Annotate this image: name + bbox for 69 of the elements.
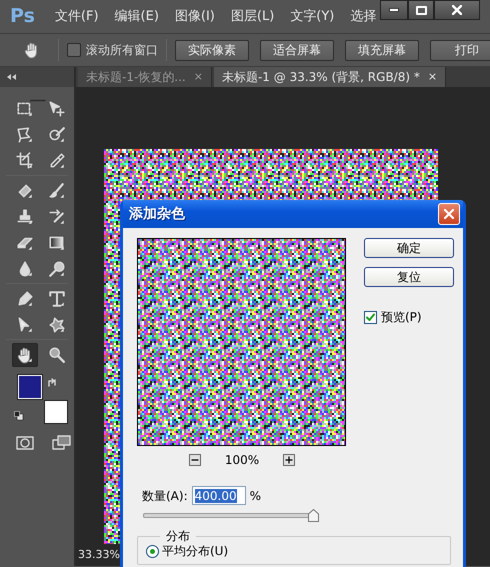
group-label: 分布: [165, 530, 191, 542]
background-color-swatch[interactable]: [45, 401, 67, 423]
menu-item[interactable]: 文件(F): [46, 6, 107, 26]
default-colors-icon: [14, 410, 24, 421]
brush-circle-icon: [48, 126, 66, 144]
menu-item[interactable]: 图层(L): [222, 6, 282, 26]
gradient-icon: [48, 234, 66, 252]
minimize-icon: [389, 8, 399, 12]
close-icon: [443, 208, 455, 220]
dialog-button[interactable]: 复位: [364, 267, 454, 287]
minus-icon: [188, 454, 201, 466]
radio-button[interactable]: [146, 544, 159, 558]
close-button[interactable]: [434, 0, 480, 20]
foreground-color-swatch[interactable]: [18, 375, 42, 399]
lollipop-icon: [48, 260, 66, 278]
hand-icon: [16, 346, 34, 364]
menu-item[interactable]: 文字(Y): [282, 6, 342, 26]
tab-close-button[interactable]: ×: [194, 68, 203, 86]
maximize-button[interactable]: [408, 0, 434, 20]
toolbar-button[interactable]: 打印: [430, 40, 490, 60]
hand-tool[interactable]: [12, 343, 38, 367]
brush-arrow-icon: [48, 208, 66, 226]
zoom-in-button[interactable]: [283, 454, 296, 466]
swap-arrows-icon: [47, 378, 57, 388]
collapse-arrows-icon: [7, 74, 17, 80]
checkbox-label: 滚动所有窗口: [86, 42, 158, 59]
dialog-title: 添加杂色: [129, 204, 185, 224]
move-arrow-icon: [48, 100, 66, 118]
stamp-icon: [16, 208, 34, 226]
amount-input[interactable]: 400.00: [192, 486, 246, 505]
brush-icon: [48, 182, 66, 200]
menu-item[interactable]: 图像(I): [166, 6, 223, 26]
percent-unit: %: [250, 488, 262, 504]
amount-label: 数量(A):: [142, 488, 188, 504]
menu-item[interactable]: 编辑(E): [106, 6, 167, 26]
plus-icon: [283, 454, 296, 466]
checkbox[interactable]: [67, 43, 81, 57]
toolbar-button[interactable]: 实际像素: [175, 40, 249, 60]
toolbar-button[interactable]: 适合屏幕: [260, 40, 334, 60]
pen-nib-icon: [16, 290, 34, 308]
minimize-button[interactable]: [380, 0, 408, 20]
dialog-button[interactable]: 确定: [364, 238, 454, 258]
dialog-close-button[interactable]: [438, 203, 460, 225]
zoom-icon: [48, 346, 66, 364]
zoom-out-button[interactable]: [188, 454, 201, 466]
type-icon: [48, 290, 66, 308]
lasso-icon: [16, 126, 34, 144]
preview-checkbox[interactable]: [364, 310, 377, 324]
blob-shape-icon: [48, 316, 66, 334]
crop-icon: [16, 152, 34, 170]
close-icon: [452, 5, 462, 15]
zoom-level: 33.33%: [77, 546, 120, 563]
maximize-icon: [416, 6, 426, 14]
menu-item[interactable]: 选择: [342, 6, 384, 26]
eyedropper-icon: [48, 152, 66, 170]
screen-mode-icon: [52, 434, 72, 452]
zoom-percentage: 100%: [224, 452, 260, 469]
document-tab[interactable]: 未标题-1-恢复的... ×: [78, 67, 212, 87]
preview-label: 预览(P): [381, 309, 422, 326]
checkmark-icon: [366, 312, 375, 322]
radio-label: 平均分布(U): [162, 543, 228, 560]
slider-thumb[interactable]: [308, 509, 319, 522]
pointer-icon: [16, 316, 34, 334]
dashed-rectangle-icon: [16, 100, 34, 118]
app-logo: Ps: [10, 7, 35, 26]
document-tab[interactable]: 未标题-1 @ 33.3% (背景, RGB/8) * ×: [214, 67, 446, 87]
tab-close-button[interactable]: ×: [428, 68, 438, 86]
toolbar-button[interactable]: 填充屏幕: [345, 40, 419, 60]
radio-dot-icon: [150, 548, 155, 554]
